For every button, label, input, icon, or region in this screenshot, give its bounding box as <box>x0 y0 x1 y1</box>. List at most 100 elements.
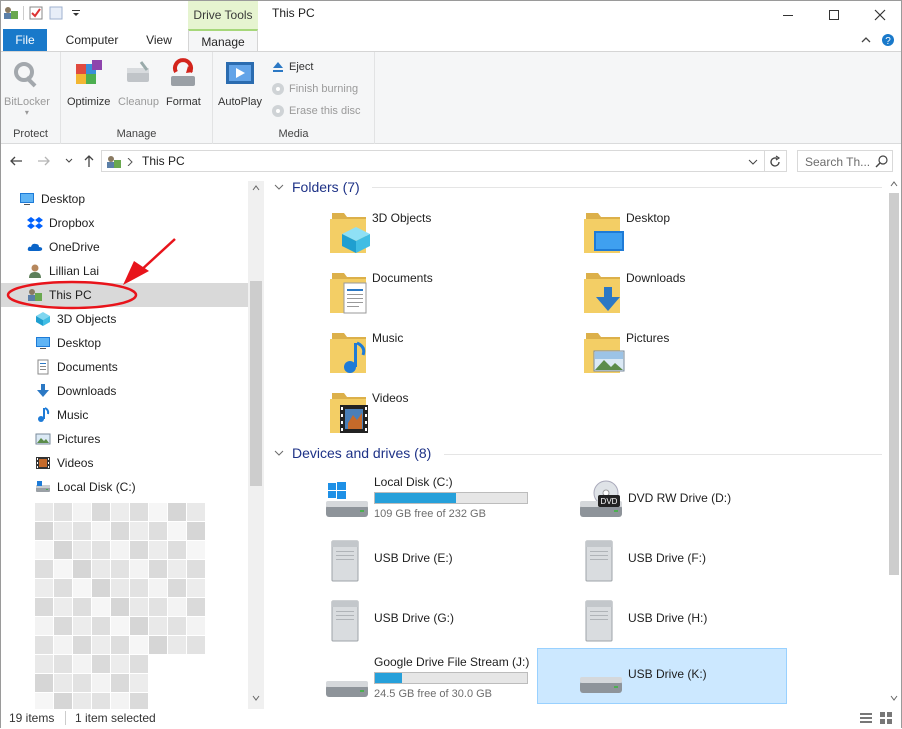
large-icons-view-icon[interactable] <box>879 711 893 725</box>
blur-pixel <box>187 598 205 616</box>
blur-pixel <box>73 579 91 597</box>
bitlocker-button[interactable]: BitLocker ▾ <box>4 58 50 117</box>
up-button[interactable] <box>81 153 97 169</box>
blur-pixel <box>54 636 72 654</box>
folder-tile[interactable]: Desktop <box>580 203 810 259</box>
nav-item-desktop[interactable]: Desktop <box>1 331 248 355</box>
nav-item-pictures[interactable]: Pictures <box>1 427 248 451</box>
autoplay-button[interactable]: AutoPlay <box>218 58 262 108</box>
blur-pixel <box>168 598 186 616</box>
details-view-icon[interactable] <box>859 712 873 724</box>
breadcrumb[interactable]: This PC <box>142 154 185 168</box>
up-arrow-icon <box>84 155 94 167</box>
downloads-folder-icon <box>580 267 628 315</box>
blur-pixel <box>130 674 148 692</box>
maximize-icon <box>829 10 839 20</box>
devices-group-header[interactable]: Devices and drives (8) <box>274 445 431 461</box>
properties-icon[interactable] <box>28 5 44 21</box>
erase-disc-label: Erase this disc <box>289 105 361 117</box>
new-folder-icon[interactable] <box>48 5 64 21</box>
navigation-pane: Desktop Dropbox OneDrive Lillian Lai This PC… <box>1 181 264 711</box>
nav-item-label: Desktop <box>57 336 102 350</box>
blur-pixel <box>187 579 205 597</box>
scroll-up-icon[interactable] <box>890 181 898 187</box>
drive-tile[interactable]: USB Drive (K:) <box>537 648 787 704</box>
nav-item-onedrive[interactable]: OneDrive <box>1 235 248 259</box>
blur-pixel <box>35 560 53 578</box>
nav-item-downloads[interactable]: Downloads <box>1 379 248 403</box>
forward-button[interactable] <box>36 153 52 169</box>
back-button[interactable] <box>8 153 24 169</box>
drive-tile[interactable]: USB Drive (F:) <box>578 533 828 589</box>
nav-item-desktop[interactable]: Desktop <box>1 187 248 211</box>
recent-locations-button[interactable] <box>61 153 77 169</box>
blur-pixel <box>73 560 91 578</box>
maximize-button[interactable] <box>811 1 857 29</box>
blur-pixel <box>130 560 148 578</box>
collapse-ribbon-icon[interactable] <box>861 35 871 45</box>
tab-view[interactable]: View <box>136 29 182 52</box>
scroll-down-icon[interactable] <box>252 695 260 701</box>
folder-tile[interactable]: 3D Objects <box>326 203 556 259</box>
erase-disc-button[interactable]: Erase this disc <box>271 104 361 118</box>
drive-tile[interactable]: USB Drive (H:) <box>578 593 828 649</box>
minimize-button[interactable] <box>765 1 811 29</box>
scroll-down-icon[interactable] <box>890 695 898 701</box>
cleanup-button[interactable]: Cleanup <box>118 58 159 108</box>
folders-group-header[interactable]: Folders (7) <box>274 179 360 195</box>
blur-pixel <box>130 503 148 521</box>
eject-icon <box>273 62 283 72</box>
manage-group-label: Manage <box>116 128 157 140</box>
content-scroll-thumb[interactable] <box>889 193 899 575</box>
nav-item-this-pc[interactable]: This PC <box>1 283 248 307</box>
chevron-right-icon <box>127 158 133 166</box>
folder-tile[interactable]: Music <box>326 323 556 379</box>
folder-tile[interactable]: Videos <box>326 383 556 439</box>
help-icon[interactable]: ? <box>881 33 895 47</box>
drive-tile[interactable]: USB Drive (E:) <box>324 533 574 589</box>
address-dropdown-icon[interactable] <box>748 158 758 166</box>
folder-tile[interactable]: Pictures <box>580 323 810 379</box>
desktop-icon <box>19 191 35 207</box>
search-input[interactable]: Search Th... <box>797 150 893 172</box>
eject-label: Eject <box>289 61 314 73</box>
optimize-icon <box>72 58 106 92</box>
content-scrollbar[interactable] <box>887 177 901 709</box>
optimize-button[interactable]: Optimize <box>67 58 110 108</box>
drive-tile[interactable]: DVD DVD RW Drive (D:) <box>578 473 828 529</box>
nav-item-music[interactable]: Music <box>1 403 248 427</box>
nav-item-videos[interactable]: Videos <box>1 451 248 475</box>
refresh-icon[interactable] <box>768 155 782 169</box>
folder-tile[interactable]: Downloads <box>580 263 810 319</box>
tab-file[interactable]: File <box>3 29 47 52</box>
nav-item-local-disk-c[interactable]: Local Disk (C:) <box>1 475 248 499</box>
divider <box>372 187 882 188</box>
folder-tile[interactable]: Documents <box>326 263 556 319</box>
eject-button[interactable]: Eject <box>271 60 313 74</box>
drive-name: USB Drive (E:) <box>374 551 453 565</box>
divider <box>23 6 24 20</box>
nav-scrollbar[interactable] <box>248 181 264 709</box>
drive-tile[interactable]: USB Drive (G:) <box>324 593 574 649</box>
tab-computer[interactable]: Computer <box>56 29 128 52</box>
blur-pixel <box>92 636 110 654</box>
nav-scroll-thumb[interactable] <box>250 281 262 486</box>
blur-pixel <box>111 636 129 654</box>
nav-item-lillian-lai[interactable]: Lillian Lai <box>1 259 248 283</box>
close-button[interactable] <box>857 1 902 29</box>
blur-pixel <box>168 522 186 540</box>
scroll-up-icon[interactable] <box>252 185 260 191</box>
downloads-icon <box>35 383 51 399</box>
tab-manage[interactable]: Manage <box>188 29 258 52</box>
file-explorer-window: Drive Tools This PC File Computer View M… <box>0 0 902 728</box>
customize-toolbar-icon[interactable] <box>68 5 84 21</box>
nav-item-documents[interactable]: Documents <box>1 355 248 379</box>
finish-burning-button[interactable]: Finish burning <box>271 82 358 96</box>
address-bar[interactable]: This PC <box>101 150 787 172</box>
blur-pixel <box>187 541 205 559</box>
nav-item-dropbox[interactable]: Dropbox <box>1 211 248 235</box>
this-pc-icon[interactable] <box>3 5 19 21</box>
format-button[interactable]: Format <box>166 58 201 108</box>
nav-item-3d-objects[interactable]: 3D Objects <box>1 307 248 331</box>
drive-tile[interactable]: Local Disk (C:) 109 GB free of 232 GB <box>324 473 574 529</box>
